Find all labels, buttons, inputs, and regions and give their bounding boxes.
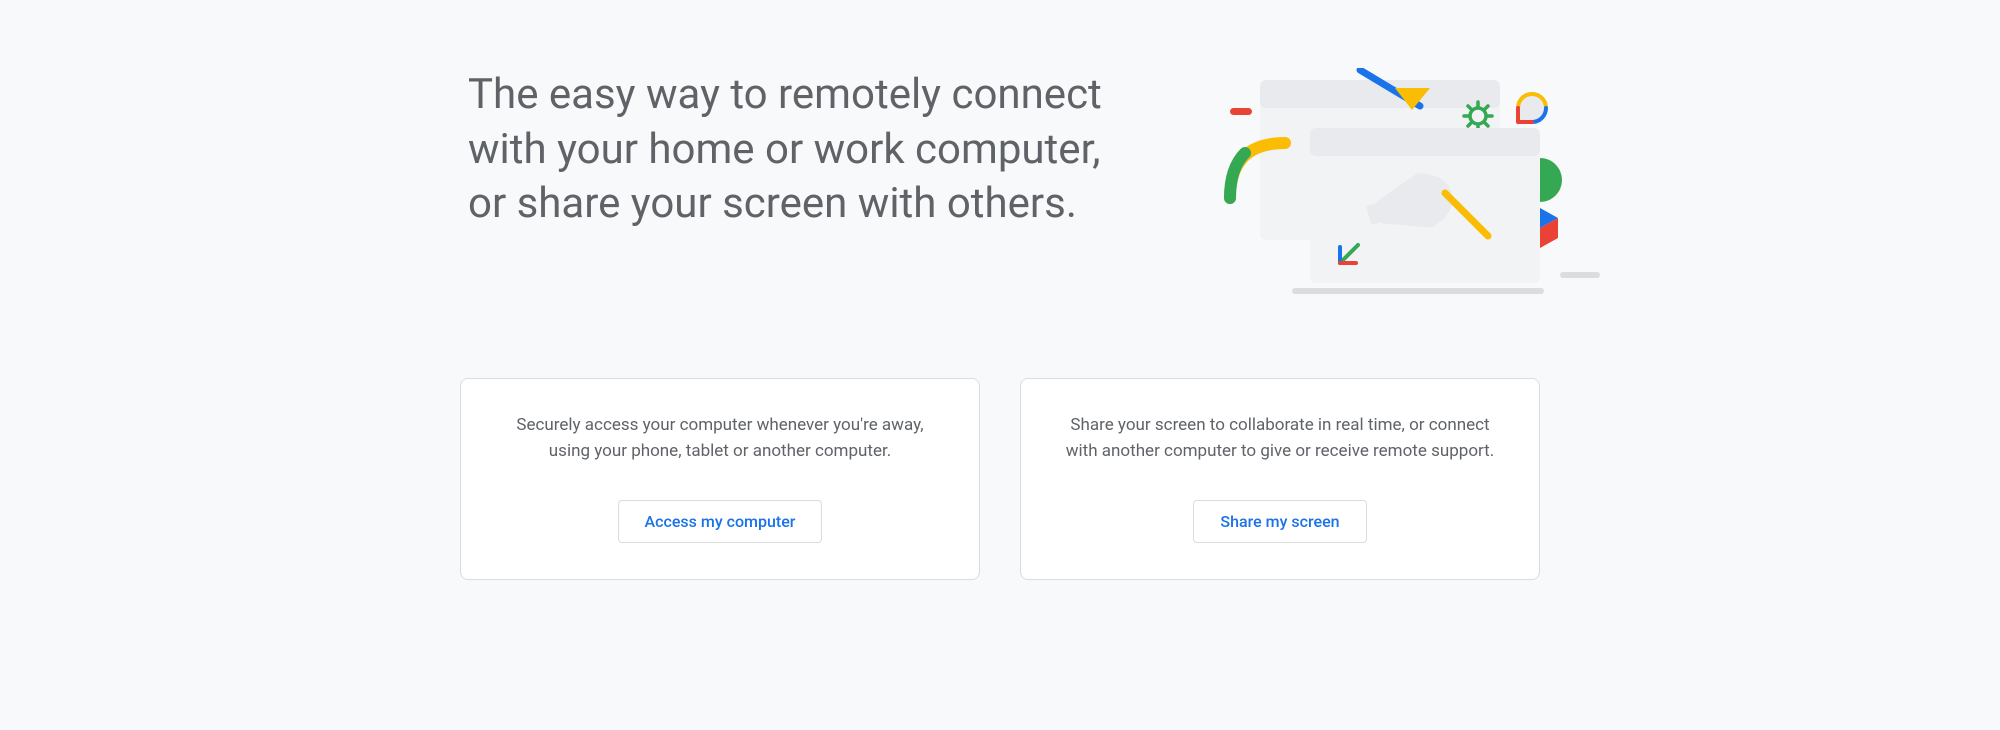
cards-container: Securely access your computer whenever y… — [360, 378, 1640, 580]
share-my-screen-button[interactable]: Share my screen — [1193, 500, 1366, 543]
share-screen-card: Share your screen to collaborate in real… — [1020, 378, 1540, 580]
access-my-computer-button[interactable]: Access my computer — [618, 500, 823, 543]
hero-headline: The easy way to remotely connect with yo… — [360, 68, 1140, 232]
hero-section: The easy way to remotely connect with yo… — [360, 68, 1640, 298]
hero-illustration — [1200, 68, 1640, 298]
access-computer-card: Securely access your computer whenever y… — [460, 378, 980, 580]
card-description: Securely access your computer whenever y… — [501, 413, 939, 464]
card-description: Share your screen to collaborate in real… — [1061, 413, 1499, 464]
